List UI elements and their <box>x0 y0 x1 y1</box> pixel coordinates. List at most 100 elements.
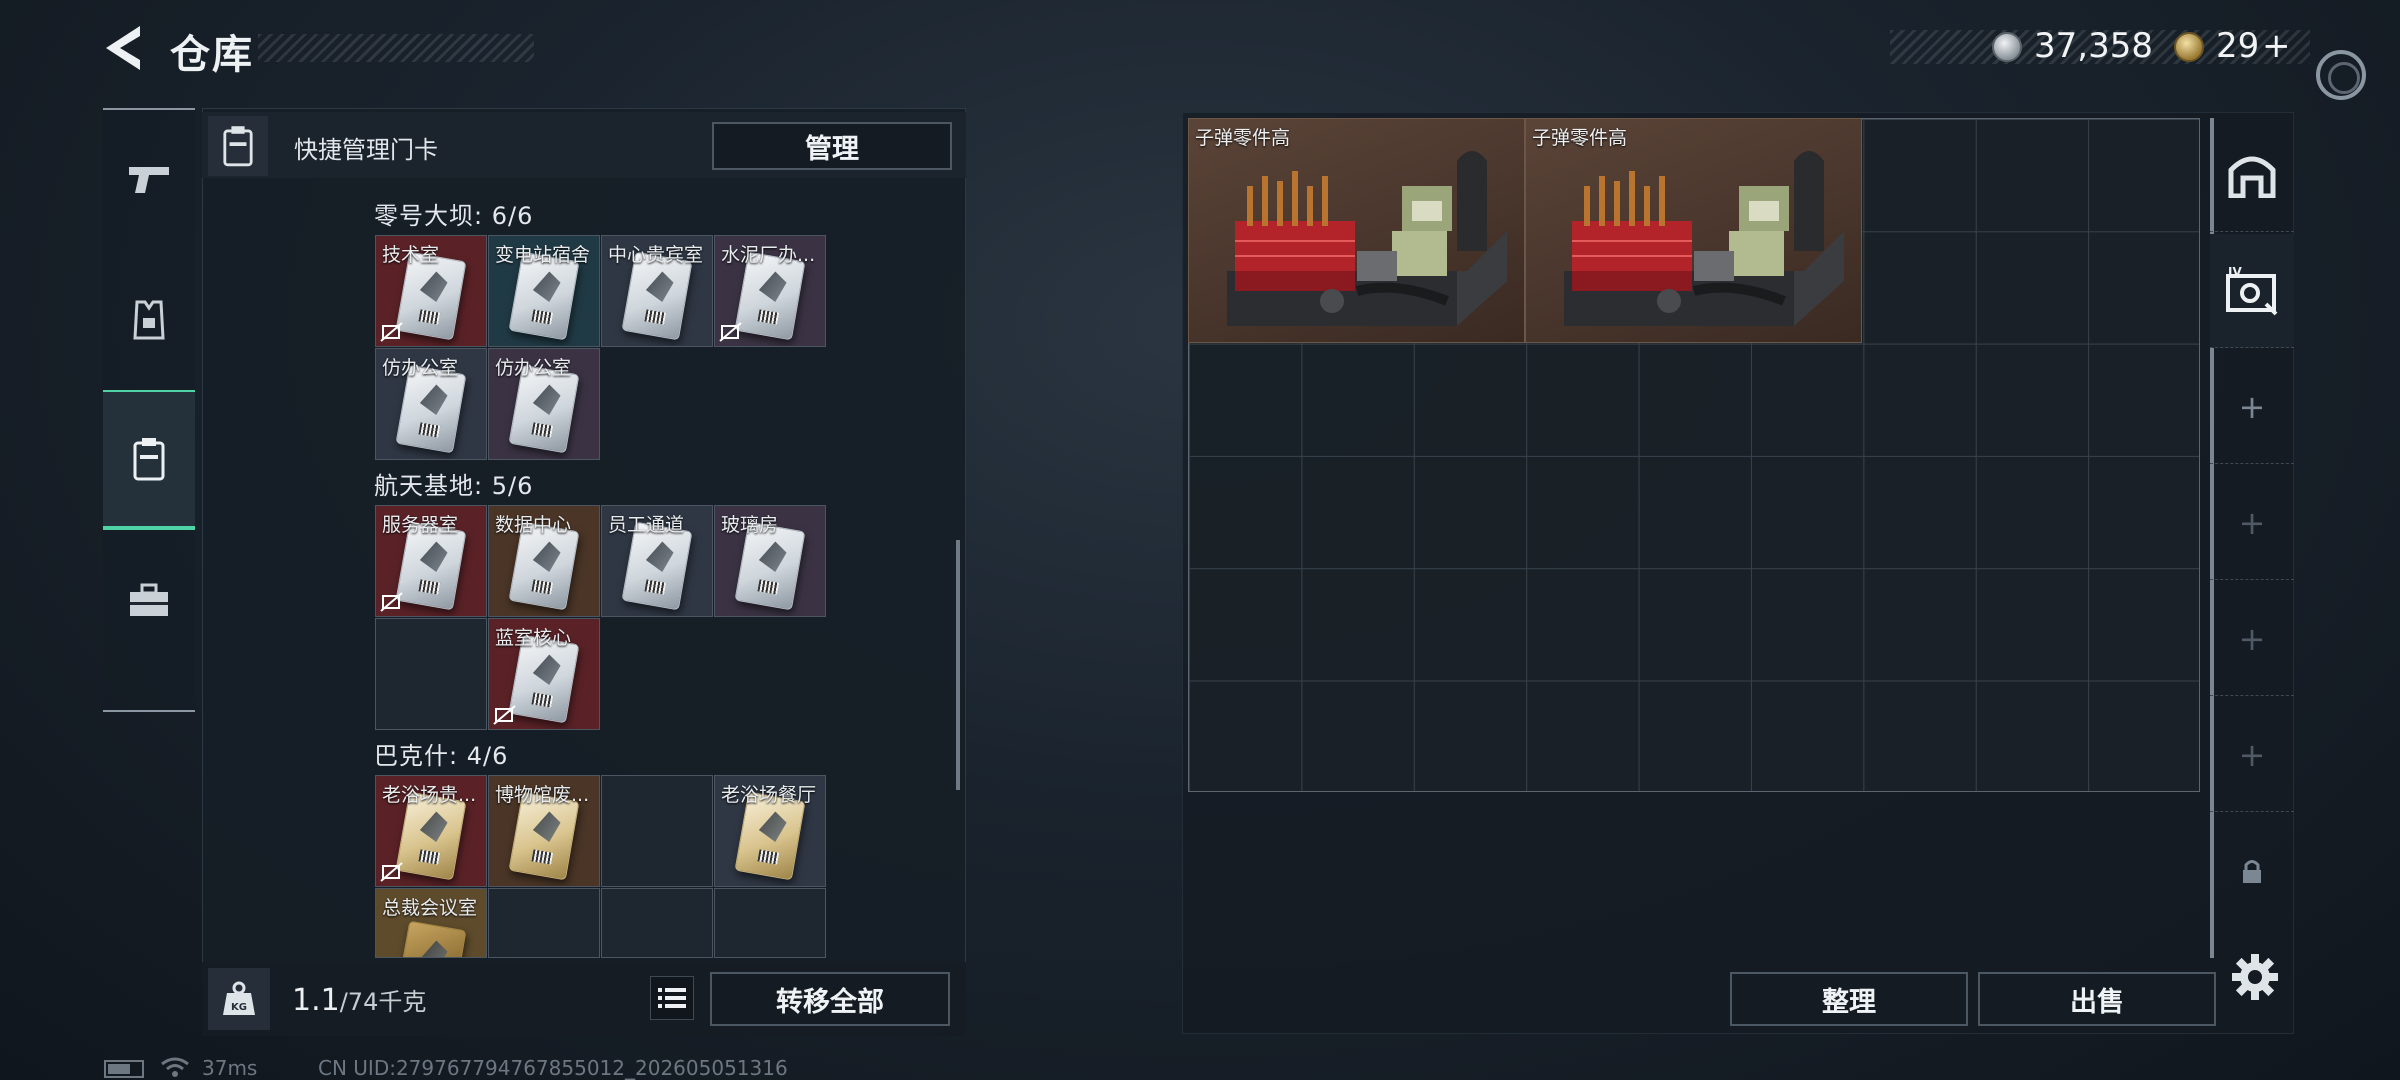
stash-tab-main[interactable] <box>2210 118 2294 232</box>
keycard-label: 中心贵宾室 <box>608 244 704 266</box>
keycard-slot[interactable]: 仿办公室 <box>488 348 600 460</box>
keycard-slot[interactable]: 仿办公室 <box>375 348 487 460</box>
transfer-all-button[interactable]: 转移全部 <box>710 972 950 1026</box>
radar-icon[interactable] <box>2316 50 2366 100</box>
weight-value: 1.1 <box>292 983 340 1018</box>
no-sell-icon <box>493 705 516 725</box>
wifi-icon <box>161 1057 189 1077</box>
nav-equipment[interactable] <box>103 250 195 390</box>
vault-icon <box>2228 156 2276 198</box>
add-currency-button[interactable]: + <box>2262 26 2291 66</box>
keycard-label: 老浴场贵... <box>382 784 477 806</box>
sort-button[interactable]: 整理 <box>1730 972 1968 1026</box>
keycard-label: 员工通道 <box>608 514 685 536</box>
empty-keycard-slot[interactable] <box>601 888 713 958</box>
keycard-slot[interactable]: 服务器室 <box>375 505 487 617</box>
empty-keycard-slot[interactable] <box>488 888 600 958</box>
stash-item[interactable]: 子弹零件高 <box>1525 118 1862 343</box>
page-title: 仓库 <box>170 32 254 78</box>
gun-icon <box>129 167 169 193</box>
list-view-button[interactable] <box>650 976 694 1020</box>
item-label: 子弹零件高 <box>1195 127 1291 149</box>
no-sell-icon <box>719 322 742 342</box>
weight-icon: KG <box>223 981 255 1015</box>
title-decoration <box>258 34 534 62</box>
keycard-header-icon-box <box>208 116 268 176</box>
back-arrow-icon[interactable] <box>100 22 144 74</box>
sell-button[interactable]: 出售 <box>1978 972 2216 1026</box>
toolbox-icon <box>130 583 168 616</box>
silver-coin-icon <box>1992 32 2022 62</box>
keycard-label: 仿办公室 <box>382 357 459 379</box>
keycard-slot[interactable]: 总裁会议室 <box>375 888 487 958</box>
keycard-slot[interactable]: 技术室 <box>375 235 487 347</box>
list-icon <box>658 988 686 1008</box>
keycard-slot[interactable]: 博物馆废... <box>488 775 600 887</box>
keycard-label: 水泥厂办... <box>721 244 816 266</box>
keycard-panel-title: 快捷管理门卡 <box>294 136 438 164</box>
manage-button[interactable]: 管理 <box>712 122 952 170</box>
svg-text:IV: IV <box>2228 266 2242 279</box>
gear-icon[interactable] <box>2230 952 2280 1002</box>
add-stash-tab-button[interactable]: + <box>2210 350 2294 464</box>
lock-icon <box>2243 860 2261 883</box>
empty-keycard-slot[interactable] <box>375 618 487 730</box>
keycard-slot[interactable]: 数据中心 <box>488 505 600 617</box>
keycard-slot[interactable]: 变电站宿舍 <box>488 235 600 347</box>
keycard-label: 老浴场餐厅 <box>721 784 817 806</box>
item-label: 子弹零件高 <box>1532 127 1628 149</box>
armor-icon <box>133 300 165 340</box>
stash-lock-button[interactable] <box>2210 814 2294 928</box>
add-stash-tab-button[interactable]: + <box>2210 698 2294 812</box>
keycard-icon <box>223 126 253 167</box>
keycard-icon <box>133 438 165 481</box>
battery-icon <box>104 1060 144 1078</box>
weight-icon-box: KG <box>208 968 270 1030</box>
ammo-parts-crate-icon <box>1227 151 1507 326</box>
keycard-image <box>395 920 467 957</box>
nav-weapons[interactable] <box>103 110 195 250</box>
keycard-slot[interactable]: 员工通道 <box>601 505 713 617</box>
keycard-label: 仿办公室 <box>495 357 572 379</box>
weight-max: /74千克 <box>339 988 427 1016</box>
keycard-slot[interactable]: 中心贵宾室 <box>601 235 713 347</box>
keycard-slot[interactable]: 水泥厂办... <box>714 235 826 347</box>
keycard-scrollbar[interactable] <box>956 540 960 790</box>
section-title-dam: 零号大坝: 6/6 <box>374 202 534 230</box>
stash-tab-keycards[interactable]: IV <box>2210 234 2294 348</box>
carry-weight: 1.1/74千克 <box>292 982 426 1018</box>
no-sell-icon <box>380 592 403 612</box>
ping: 37ms <box>202 1056 258 1080</box>
keycard-label: 蓝室核心 <box>495 627 572 649</box>
svg-text:KG: KG <box>231 1002 247 1013</box>
keycard-label: 服务器室 <box>382 514 459 536</box>
add-stash-tab-button[interactable]: + <box>2210 466 2294 580</box>
section-title-bakhsh: 巴克什: 4/6 <box>374 742 509 770</box>
keycard-label: 技术室 <box>382 244 440 266</box>
ammo-parts-crate-icon <box>1564 151 1844 326</box>
keycard-slot[interactable]: 老浴场贵... <box>375 775 487 887</box>
nav-keycards[interactable] <box>103 390 195 530</box>
empty-keycard-slot[interactable] <box>714 888 826 958</box>
silver-balance: 37,358 <box>2034 26 2153 66</box>
keycard-slot[interactable]: 玻璃房 <box>714 505 826 617</box>
no-sell-icon <box>380 322 403 342</box>
stash-tools: IV + + + + <box>2210 118 2294 958</box>
gold-balance: 29 <box>2216 26 2260 66</box>
uid-text: CN UID:279767794767855012_202605051316 <box>318 1056 788 1080</box>
section-title-spaceport: 航天基地: 5/6 <box>374 472 534 500</box>
no-sell-icon <box>380 862 403 882</box>
gold-coin-icon <box>2174 32 2204 62</box>
keycard-label: 总裁会议室 <box>382 897 478 919</box>
keycard-label: 数据中心 <box>495 514 572 536</box>
nav-supplies[interactable] <box>103 530 195 670</box>
keycard-slot[interactable]: 蓝室核心 <box>488 618 600 730</box>
keycard-slot[interactable]: 老浴场餐厅 <box>714 775 826 887</box>
stash-item[interactable]: 子弹零件高 <box>1188 118 1525 343</box>
add-stash-tab-button[interactable]: + <box>2210 582 2294 696</box>
keycard-label: 变电站宿舍 <box>495 244 591 266</box>
empty-keycard-slot[interactable] <box>601 775 713 887</box>
keycard-storage-icon: IV <box>2226 266 2278 315</box>
keycard-label: 玻璃房 <box>721 514 779 536</box>
category-nav <box>103 108 195 712</box>
